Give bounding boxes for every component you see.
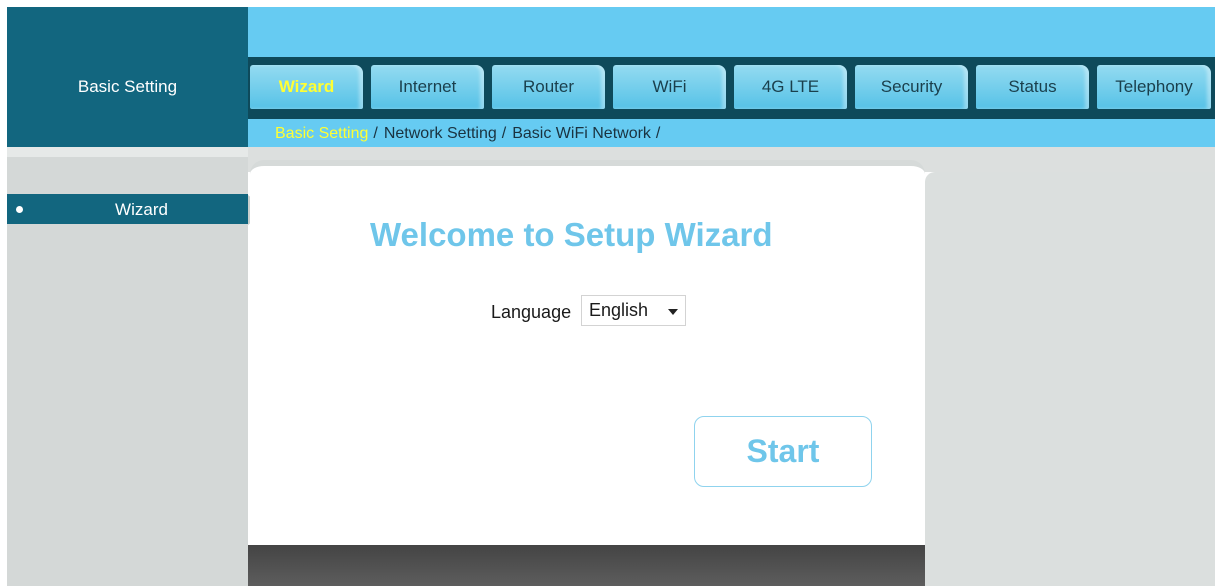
tab-4g-lte[interactable]: 4G LTE	[734, 65, 847, 109]
tab-wifi[interactable]: WiFi	[613, 65, 726, 109]
top-header: Wizard Internet Router WiFi 4G LTE Secur…	[248, 7, 1215, 147]
breadcrumb: Basic Setting / Network Setting / Basic WiFi…	[275, 125, 666, 143]
breadcrumb-basic-wifi-network[interactable]: Basic WiFi Network	[512, 125, 651, 142]
breadcrumb-separator: /	[501, 125, 507, 142]
tab-security[interactable]: Security	[855, 65, 968, 109]
tab-internet[interactable]: Internet	[371, 65, 484, 109]
language-label: Language	[491, 302, 572, 322]
left-header: Basic Setting	[7, 7, 248, 147]
page-title: Welcome to Setup Wizard	[370, 216, 773, 253]
chevron-down-icon	[668, 309, 678, 315]
footer-bar	[248, 545, 925, 586]
breadcrumb-separator: /	[373, 125, 378, 142]
language-select-value: English	[589, 300, 649, 320]
sidebar-item-label: Wizard	[115, 200, 168, 219]
breadcrumb-network-setting[interactable]: Network Setting	[384, 125, 497, 142]
right-panel	[925, 172, 1215, 586]
tab-router[interactable]: Router	[492, 65, 605, 109]
sidebar-top-strip	[7, 147, 248, 157]
breadcrumb-separator: /	[655, 125, 661, 142]
section-title: Basic Setting	[77, 77, 178, 96]
tab-status[interactable]: Status	[976, 65, 1089, 109]
start-button[interactable]: Start	[694, 416, 872, 487]
sidebar-item-wizard[interactable]: Wizard	[7, 194, 248, 224]
language-select[interactable]: English	[581, 295, 686, 326]
tab-telephony[interactable]: Telephony	[1097, 65, 1211, 109]
breadcrumb-basic-setting[interactable]: Basic Setting	[275, 125, 368, 142]
sidebar: Wizard	[7, 147, 248, 586]
tab-wizard[interactable]: Wizard	[250, 65, 363, 109]
